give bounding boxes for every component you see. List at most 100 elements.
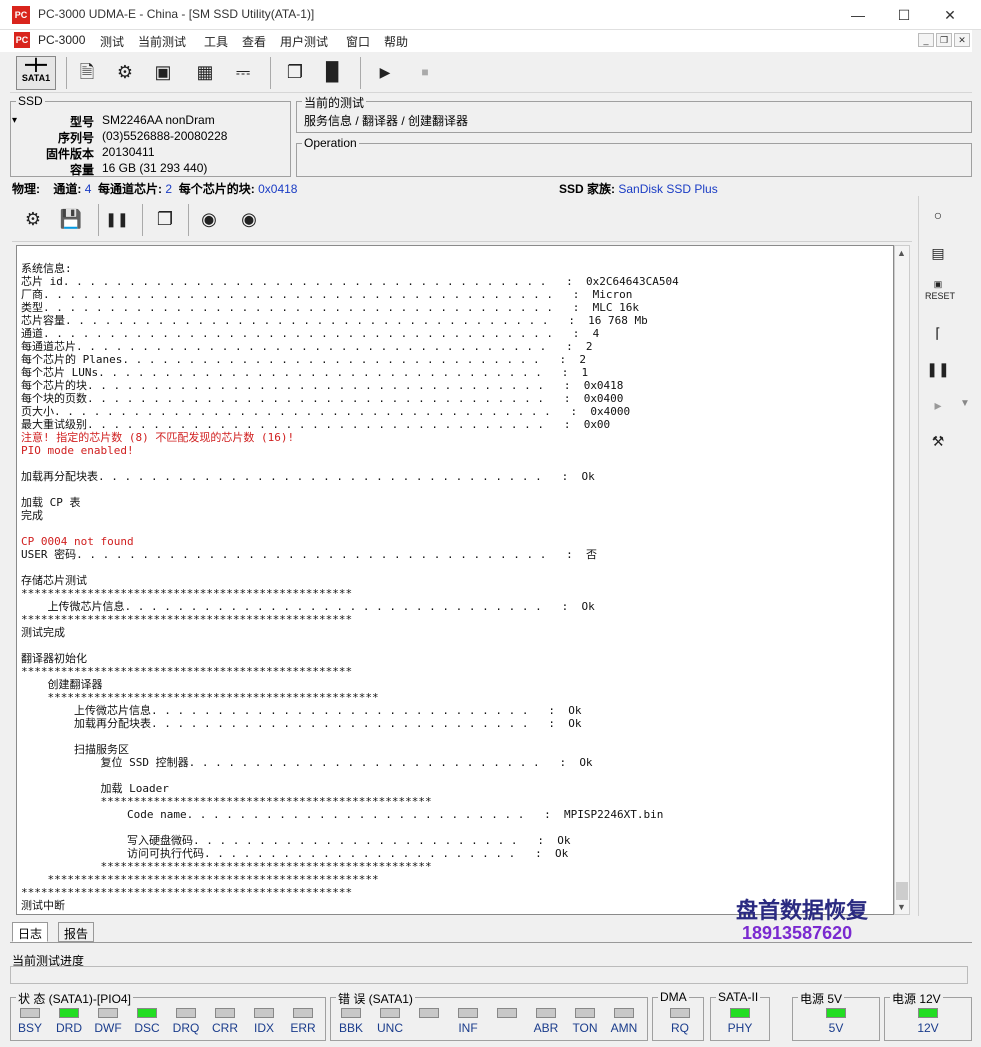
serial-value: (03)5526888-20080228: [102, 129, 228, 143]
scroll-thumb[interactable]: [896, 882, 908, 900]
status-led-label: AMN: [610, 1021, 638, 1035]
passport-icon[interactable]: 🗎: [72, 57, 102, 87]
sata-port-icon: ━╋━: [25, 58, 47, 72]
status-led-label: IDX: [253, 1021, 274, 1035]
channels-label: 通道:: [53, 182, 82, 196]
sidebar-pause-icon[interactable]: ❚❚: [925, 356, 951, 382]
pause-icon[interactable]: ❚❚: [102, 204, 132, 234]
settings-icon[interactable]: ⚙: [18, 204, 48, 234]
close-button[interactable]: ✕: [927, 2, 973, 28]
find-next-icon[interactable]: ◉: [234, 204, 264, 234]
log-line: ****************************************…: [21, 613, 353, 626]
capacity-label: 容量: [69, 163, 94, 177]
board-icon[interactable]: ▤: [925, 240, 951, 266]
sata-port-button[interactable]: ━╋━ SATA1: [16, 56, 56, 90]
menu-view[interactable]: 查看: [242, 33, 266, 50]
mdi-restore-button[interactable]: ❐: [936, 33, 952, 47]
menu-help[interactable]: 帮助: [384, 33, 408, 50]
bars-icon[interactable]: ▉: [318, 57, 348, 87]
log-view[interactable]: 系统信息: 芯片 id. . . . . . . . . . . . . . . …: [16, 245, 894, 915]
save-icon[interactable]: 💾: [56, 204, 86, 234]
menu-pc3000[interactable]: PC-3000: [38, 33, 85, 47]
reset-button[interactable]: ▣ RESET: [925, 278, 955, 304]
status-led: [293, 1008, 313, 1018]
status-led-label: BSY: [17, 1021, 42, 1035]
chip-map-icon[interactable]: ▦: [190, 57, 220, 87]
log-line: 系统信息:: [21, 262, 72, 275]
stop-icon[interactable]: ■: [410, 57, 440, 87]
find-icon[interactable]: ◉: [194, 204, 224, 234]
menu-user-test[interactable]: 用户测试: [280, 33, 328, 50]
sidebar-expand-icon[interactable]: ▼: [960, 398, 970, 409]
status-led: [176, 1008, 196, 1018]
power-5v-legend: 电源 5V: [798, 990, 845, 1007]
menu-logo-icon[interactable]: PC: [14, 32, 30, 48]
log-line: 创建翻译器: [21, 678, 103, 691]
log-line: 测试中断: [21, 899, 65, 912]
play-icon[interactable]: ▶: [370, 57, 400, 87]
log-line: ****************************************…: [21, 587, 353, 600]
status-led: [98, 1008, 118, 1018]
tab-divider: [10, 942, 972, 943]
windows-icon[interactable]: ❐: [280, 57, 310, 87]
scroll-up-icon[interactable]: ▲: [897, 248, 906, 258]
sata-legend: SATA-II: [716, 990, 761, 1004]
menu-current-test[interactable]: 当前测试: [138, 33, 186, 50]
sidebar-arrow-icon[interactable]: ▸: [925, 392, 951, 418]
tab-log[interactable]: 日志: [12, 922, 49, 942]
log-line: ****************************************…: [21, 691, 379, 704]
tools-icon[interactable]: ⚒: [925, 428, 951, 454]
settings-chip-icon[interactable]: ⚙: [110, 57, 140, 87]
ssd-legend: SSD: [16, 94, 45, 108]
log-line: 每通道芯片. . . . . . . . . . . . . . . . . .…: [21, 340, 593, 353]
power-switch-icon[interactable]: ○: [925, 202, 951, 228]
right-tool-sidebar: ○ ▤ ▣ RESET ⌈ ❚❚ ▸ ⚒: [918, 196, 955, 916]
log-line: 页大小. . . . . . . . . . . . . . . . . . .…: [21, 405, 631, 418]
log-line: ****************************************…: [21, 873, 379, 886]
log-toolbar: ⚙ 💾 ❚❚ ❐ ◉ ◉: [12, 200, 912, 242]
log-scrollbar[interactable]: ▲ ▼: [894, 245, 910, 915]
status-led: [380, 1008, 400, 1018]
operation-panel: Operation: [296, 136, 972, 177]
log-line: 完成: [21, 509, 43, 522]
power-12v-led[interactable]: [918, 1008, 938, 1018]
mdi-minimize-button[interactable]: _: [918, 33, 934, 47]
log-text: 系统信息: 芯片 id. . . . . . . . . . . . . . . …: [21, 262, 679, 912]
log-line: 加载 Loader: [21, 782, 169, 795]
menu-window[interactable]: 窗口: [346, 33, 370, 50]
chips-icon[interactable]: ▣: [148, 57, 178, 87]
sata-phy-led: [730, 1008, 750, 1018]
log-line: Code name. . . . . . . . . . . . . . . .…: [21, 808, 664, 821]
status-led-label: DRD: [56, 1021, 82, 1035]
status-led: [215, 1008, 235, 1018]
menu-tools[interactable]: 工具: [204, 33, 228, 50]
status-led-label: DSC: [134, 1021, 160, 1035]
power-5v-led[interactable]: [826, 1008, 846, 1018]
dma-rq-led: [670, 1008, 690, 1018]
model-value: SM2246AA nonDram: [102, 113, 215, 127]
mdi-close-button[interactable]: ✕: [954, 33, 970, 47]
flask-icon[interactable]: ⎓: [228, 57, 258, 87]
log-line: 扫描服务区: [21, 743, 129, 756]
status-led: [536, 1008, 556, 1018]
status-led-label: INF: [458, 1021, 478, 1035]
dma-rq-label: RQ: [671, 1021, 689, 1035]
window-title: PC-3000 UDMA-E - China - [SM SSD Utility…: [38, 7, 315, 21]
minimize-button[interactable]: —: [835, 2, 881, 28]
physical-label: 物理:: [12, 182, 40, 196]
maximize-button[interactable]: ☐: [881, 2, 927, 28]
tab-report[interactable]: 报告: [58, 922, 95, 942]
jumper-icon[interactable]: ⌈: [925, 320, 951, 346]
current-test-legend: 当前的测试: [302, 94, 367, 111]
log-line: 最大重试级别. . . . . . . . . . . . . . . . . …: [21, 418, 611, 431]
menu-test[interactable]: 测试: [100, 33, 124, 50]
scroll-down-icon[interactable]: ▼: [897, 902, 906, 912]
ssd-family-info: SSD 家族: SanDisk SSD Plus: [559, 180, 718, 197]
status-led-label: ERR: [290, 1021, 316, 1035]
log-line: CP 0004 not found: [21, 535, 134, 548]
copy-icon[interactable]: ❐: [150, 204, 180, 234]
status-led: [575, 1008, 595, 1018]
status-led-label: TON: [572, 1021, 598, 1035]
log-line: 注意! 指定的芯片数 (8) 不匹配发现的芯片数 (16)!: [21, 431, 295, 444]
